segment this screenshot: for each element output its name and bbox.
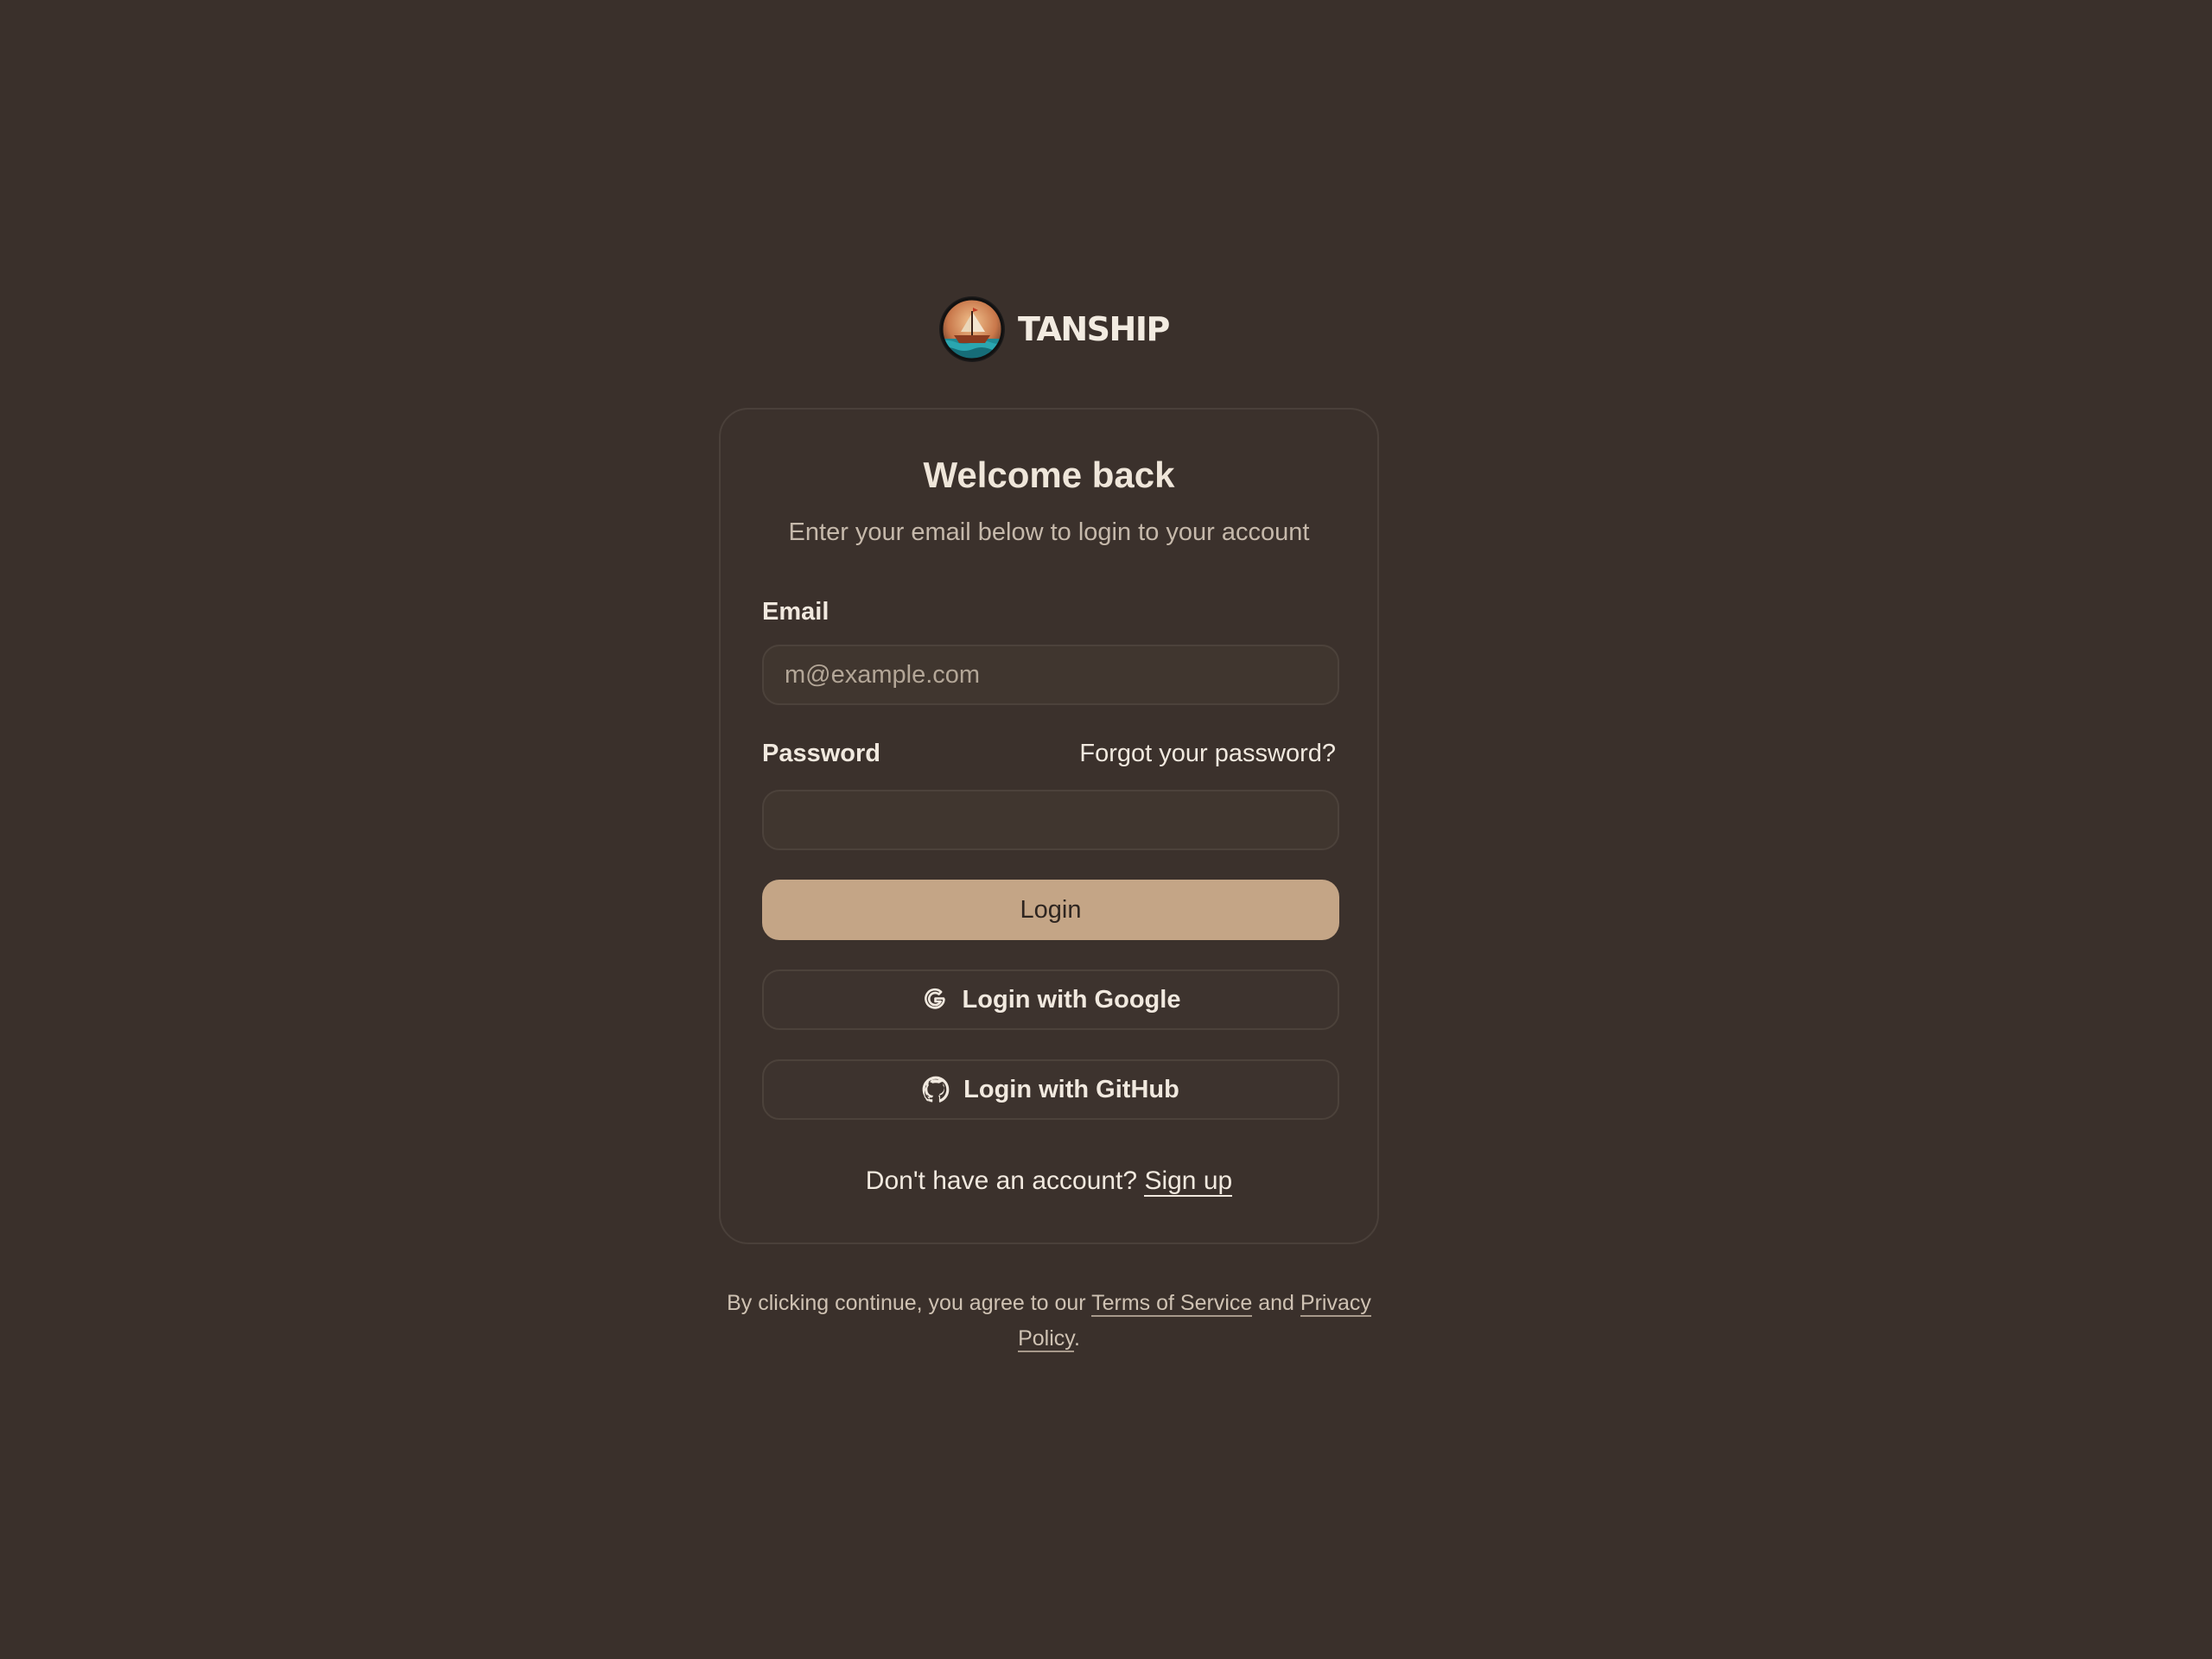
signup-link[interactable]: Sign up bbox=[1144, 1166, 1233, 1197]
legal-prefix: By clicking continue, you agree to our bbox=[727, 1291, 1086, 1315]
login-with-github-button[interactable]: Login with GitHub bbox=[762, 1059, 1339, 1120]
email-field[interactable] bbox=[762, 645, 1339, 705]
legal-notice: By clicking continue, you agree to our T… bbox=[709, 1286, 1389, 1357]
brand-name: TANSHIP bbox=[1018, 310, 1170, 348]
signup-prompt: Don't have an account? Sign up bbox=[721, 1166, 1377, 1197]
password-label: Password bbox=[762, 740, 880, 767]
google-icon bbox=[924, 988, 945, 1009]
terms-of-service-link[interactable]: Terms of Service bbox=[1091, 1291, 1253, 1317]
github-button-label: Login with GitHub bbox=[963, 1075, 1179, 1103]
login-card: Welcome back Enter your email below to l… bbox=[719, 408, 1379, 1244]
card-title: Welcome back bbox=[923, 454, 1175, 495]
password-field[interactable] bbox=[762, 790, 1339, 850]
legal-and: and bbox=[1258, 1291, 1294, 1315]
google-button-label: Login with Google bbox=[962, 985, 1181, 1014]
legal-suffix: . bbox=[1073, 1326, 1080, 1351]
brand-header: TANSHIP bbox=[938, 294, 1170, 365]
login-button[interactable]: Login bbox=[762, 880, 1339, 940]
github-icon bbox=[922, 1076, 950, 1103]
forgot-password-link[interactable]: Forgot your password? bbox=[1079, 740, 1336, 768]
login-page: TANSHIP Welcome back Enter your email be… bbox=[0, 0, 2212, 1659]
login-with-google-button[interactable]: Login with Google bbox=[762, 969, 1339, 1030]
signup-prompt-text: Don't have an account? bbox=[865, 1166, 1138, 1195]
email-label: Email bbox=[762, 598, 830, 626]
ship-logo-icon bbox=[939, 296, 1005, 362]
card-subtitle: Enter your email below to login to your … bbox=[788, 518, 1310, 546]
